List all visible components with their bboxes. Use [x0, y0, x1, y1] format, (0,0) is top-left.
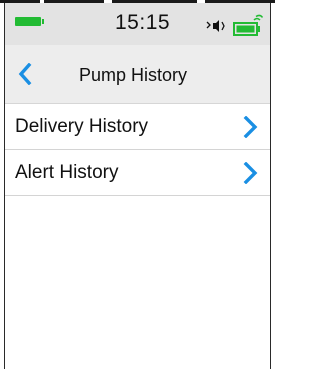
- bluetooth-sound-icon: [206, 20, 225, 32]
- delivery-history-row[interactable]: Delivery History: [5, 104, 270, 150]
- back-button[interactable]: [11, 59, 39, 89]
- menu-item-label: Alert History: [15, 162, 119, 183]
- pump-screen: 15:15 Pump History Delivery History Aler…: [4, 3, 271, 369]
- page-title: Pump History: [79, 65, 188, 85]
- chevron-left-icon: [18, 63, 32, 85]
- status-time: 15:15: [115, 11, 171, 34]
- alert-history-row[interactable]: Alert History: [5, 150, 270, 196]
- status-bar: 15:15: [5, 3, 270, 45]
- phone-battery-icon: [233, 14, 263, 36]
- page-header: Pump History: [5, 45, 270, 104]
- pump-battery-icon: [15, 17, 44, 26]
- chevron-right-icon: [243, 116, 258, 138]
- menu-item-label: Delivery History: [15, 116, 149, 137]
- chevron-right-icon: [243, 162, 258, 184]
